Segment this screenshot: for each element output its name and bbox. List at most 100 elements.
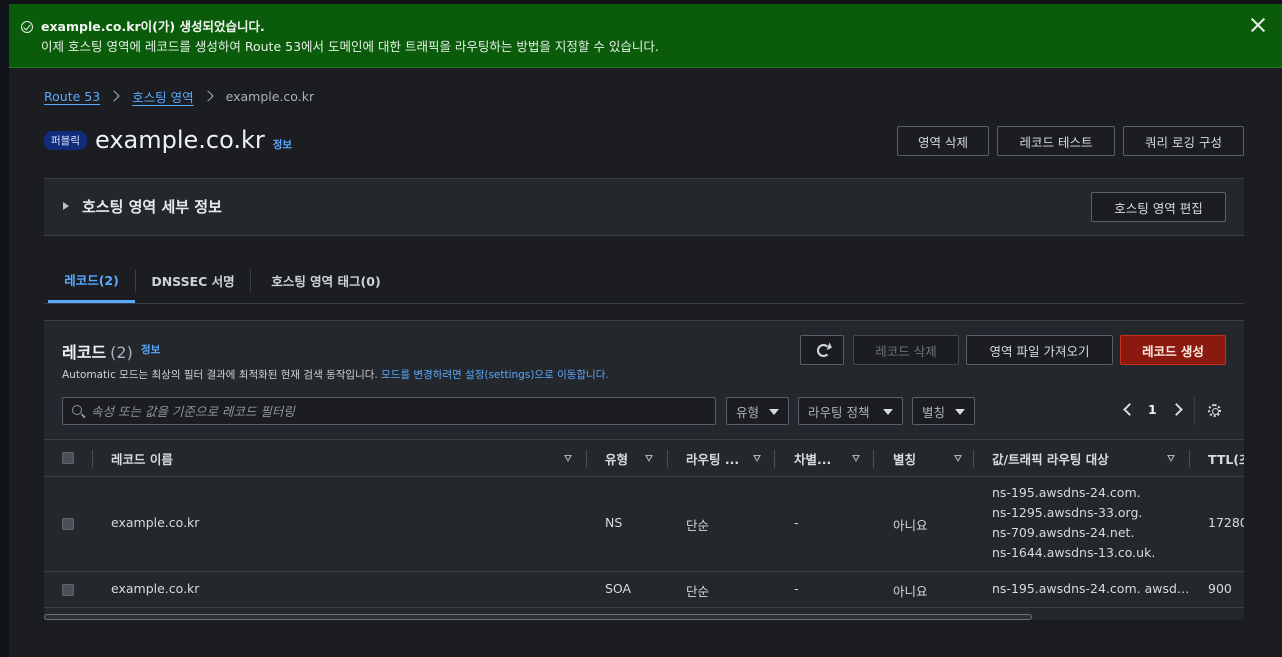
type-filter-label: 유형 — [736, 404, 760, 420]
select-all-checkbox[interactable] — [62, 452, 74, 464]
records-heading: 레코드 (2) — [62, 339, 133, 363]
refresh-icon — [817, 344, 830, 357]
column-record-name[interactable]: 레코드 이름 — [111, 440, 585, 476]
routing-filter-label: 라우팅 정책 — [808, 404, 870, 420]
table-row[interactable]: example.co.kr NS 단순 - 아니요 ns-195.awsdns-… — [44, 477, 1244, 572]
records-panel: 레코드 (2) 정보 Automatic 모드는 최상의 필터 결과에 최적화된 … — [44, 320, 1244, 620]
record-type: NS — [605, 515, 623, 530]
record-value: ns-195.awsdns-24.com. awsd… — [992, 581, 1190, 596]
tab-bar: 레코드(2) DNSSEC 서명 호스팅 영역 태그(0) — [44, 258, 1244, 304]
breadcrumb-current: example.co.kr — [225, 88, 315, 104]
sort-icon — [1167, 455, 1175, 462]
type-filter-dropdown[interactable]: 유형 — [726, 397, 789, 425]
record-value: ns-1295.awsdns-33.org. — [992, 505, 1143, 520]
delete-record-button[interactable]: 레코드 삭제 — [853, 335, 959, 365]
search-icon — [72, 405, 82, 415]
column-divider — [586, 450, 587, 468]
record-value: ns-1644.awsdns-13.co.uk. — [992, 545, 1156, 560]
refresh-button[interactable] — [800, 335, 844, 365]
column-label: 값/트래픽 라우팅 대상 — [992, 451, 1109, 467]
tab-dnssec[interactable]: DNSSEC 서명 — [136, 258, 250, 303]
column-label: TTL(초 — [1208, 451, 1244, 467]
row-checkbox[interactable] — [62, 584, 74, 596]
import-zone-file-button[interactable]: 영역 파일 가져오기 — [966, 335, 1113, 365]
record-routing: 단순 — [686, 518, 710, 533]
settings-gear-icon[interactable] — [1208, 404, 1221, 417]
page-number[interactable]: 1 — [1148, 402, 1157, 417]
records-description: Automatic 모드는 최상의 필터 결과에 최적화된 현재 검색 동작입니… — [62, 367, 609, 382]
edit-hosted-zone-button[interactable]: 호스팅 영역 편집 — [1091, 192, 1226, 222]
sort-icon — [753, 455, 761, 462]
records-description-text: Automatic 모드는 최상의 필터 결과에 최적화된 현재 검색 동작입니… — [62, 369, 382, 381]
create-record-button[interactable]: 레코드 생성 — [1120, 335, 1226, 365]
pager-divider — [1194, 397, 1195, 425]
table-header: 레코드 이름 유형 라우팅 ... 차별... 별칭 값/트래픽 라우팅 대상 … — [44, 439, 1244, 477]
caret-down-icon — [955, 409, 965, 415]
column-label: 차별... — [794, 451, 832, 467]
routing-policy-filter-dropdown[interactable]: 라우팅 정책 — [798, 397, 903, 425]
breadcrumb-hosted-zones-link[interactable]: 호스팅 영역 — [132, 87, 193, 106]
horizontal-scrollbar[interactable] — [44, 614, 1032, 620]
flash-description: 이제 호스팅 영역에 레코드를 생성하여 Route 53에서 도메인에 대한 … — [41, 39, 659, 54]
test-record-button[interactable]: 레코드 테스트 — [997, 126, 1115, 156]
success-flashbar: example.co.kr이(가) 생성되었습니다. 이제 호스팅 영역에 레코… — [9, 4, 1282, 68]
tab-hosted-zone-tags[interactable]: 호스팅 영역 태그(0) — [251, 258, 401, 303]
column-divider — [774, 450, 775, 468]
records-count: (2) — [110, 343, 133, 362]
record-values: ns-195.awsdns-24.com. ns-1295.awsdns-33.… — [992, 483, 1155, 563]
record-type: SOA — [605, 581, 632, 596]
column-type[interactable]: 유형 — [605, 440, 666, 476]
caret-down-icon — [883, 409, 893, 415]
record-alias: 아니요 — [893, 584, 928, 599]
column-label: 별칭 — [893, 451, 917, 467]
flash-title: example.co.kr이(가) 생성되었습니다. — [41, 19, 265, 34]
record-name: example.co.kr — [111, 515, 200, 530]
page-header: 퍼블릭 example.co.kr 정보 — [44, 122, 292, 158]
search-input[interactable] — [91, 398, 711, 424]
records-title: 레코드 — [62, 343, 107, 362]
sort-icon — [852, 455, 860, 462]
table-row[interactable]: example.co.kr SOA 단순 - 아니요 ns-195.awsdns… — [44, 572, 1244, 608]
column-alias[interactable]: 별칭 — [893, 440, 973, 476]
row-checkbox[interactable] — [62, 518, 74, 530]
column-routing-policy[interactable]: 라우팅 ... — [686, 440, 764, 476]
breadcrumb-route53-link[interactable]: Route 53 — [44, 89, 100, 104]
page-title: example.co.kr — [94, 126, 265, 154]
record-ttl: 172800 — [1208, 515, 1244, 530]
breadcrumb: Route 53 호스팅 영역 example.co.kr — [44, 86, 314, 106]
records-info-link[interactable]: 정보 — [141, 342, 160, 357]
caret-right-icon[interactable] — [63, 202, 69, 210]
chevron-right-icon — [201, 90, 214, 102]
delete-zone-button[interactable]: 영역 삭제 — [897, 126, 989, 156]
record-value: ns-195.awsdns-24.com. — [992, 485, 1141, 500]
chevron-right-icon[interactable] — [1170, 403, 1183, 416]
hosted-zone-details-panel: 호스팅 영역 세부 정보 호스팅 영역 편집 — [44, 178, 1244, 236]
close-icon[interactable] — [1250, 17, 1266, 33]
info-link[interactable]: 정보 — [273, 137, 292, 152]
settings-link[interactable]: 모드를 변경하려면 설정(settings)으로 이동합니다. — [381, 369, 609, 381]
column-divider — [973, 450, 974, 468]
sort-icon — [645, 455, 653, 462]
record-ttl: 900 — [1208, 581, 1232, 596]
alias-filter-label: 별칭 — [922, 404, 946, 420]
record-value: ns-709.awsdns-24.net. — [992, 525, 1135, 540]
public-badge: 퍼블릭 — [44, 130, 87, 150]
column-divider — [1189, 450, 1190, 468]
column-differentiator[interactable]: 차별... — [794, 440, 864, 476]
column-label: 유형 — [605, 451, 629, 467]
column-divider — [873, 450, 874, 468]
column-label: 레코드 이름 — [111, 451, 173, 467]
caret-down-icon — [769, 409, 779, 415]
column-value[interactable]: 값/트래픽 라우팅 대상 — [992, 440, 1176, 476]
column-ttl[interactable]: TTL(초 — [1208, 440, 1244, 476]
left-rail — [0, 0, 9, 657]
record-routing: 단순 — [686, 584, 710, 599]
query-logging-button[interactable]: 쿼리 로깅 구성 — [1123, 126, 1244, 156]
chevron-left-icon[interactable] — [1123, 403, 1136, 416]
record-differentiator: - — [794, 581, 799, 596]
column-label: 라우팅 ... — [686, 451, 740, 467]
details-title[interactable]: 호스팅 영역 세부 정보 — [82, 196, 222, 217]
sort-icon — [954, 455, 962, 462]
alias-filter-dropdown[interactable]: 별칭 — [912, 397, 975, 425]
tab-records[interactable]: 레코드(2) — [48, 258, 135, 303]
